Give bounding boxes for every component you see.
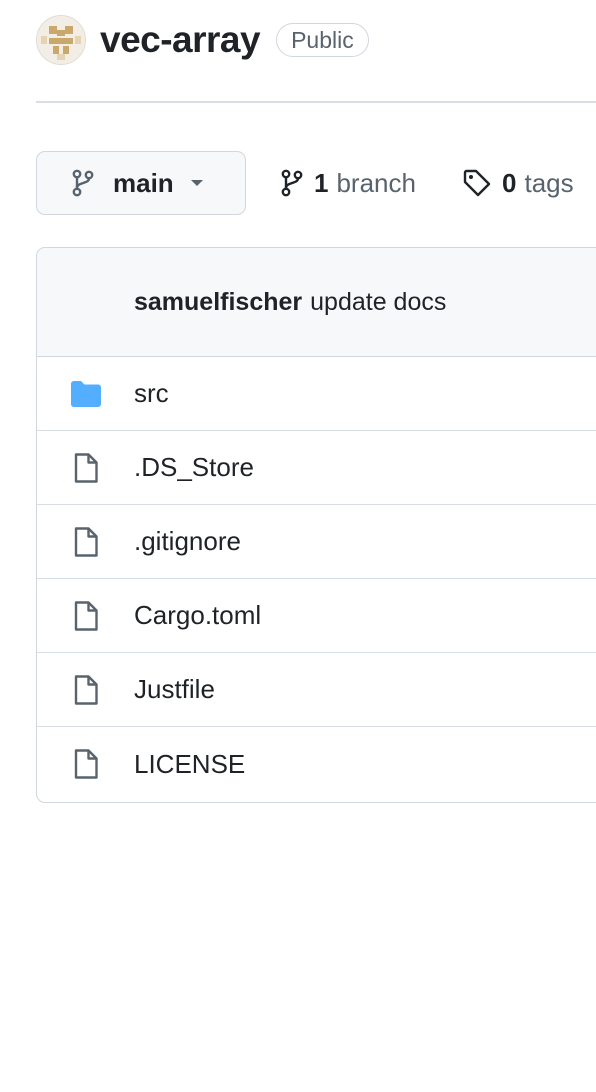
file-icon xyxy=(74,600,98,631)
branches-count: 1 xyxy=(314,167,329,198)
file-row[interactable]: .DS_Store xyxy=(37,431,596,505)
file-icon xyxy=(70,748,102,780)
file-row[interactable]: Cargo.toml xyxy=(37,579,596,653)
file-icon xyxy=(74,452,98,483)
file-list: src .DS_Store .gitignore Cargo.toml Justfile… xyxy=(37,357,596,801)
tags-label: tags xyxy=(524,167,574,198)
branches-label: branch xyxy=(336,167,416,198)
visibility-badge: Public xyxy=(276,23,369,57)
file-row[interactable]: Justfile xyxy=(37,653,596,727)
file-icon xyxy=(70,600,102,632)
file-icon xyxy=(74,749,98,779)
file-row[interactable]: .gitignore xyxy=(37,505,596,579)
file-link[interactable]: LICENSE xyxy=(134,749,245,780)
tag-icon xyxy=(463,169,491,197)
file-row[interactable]: LICENSE xyxy=(37,727,596,801)
git-branch-icon xyxy=(281,169,303,197)
file-icon xyxy=(74,674,98,705)
avatar[interactable] xyxy=(36,15,86,65)
tags-count: 0 xyxy=(502,167,517,198)
identicon-icon xyxy=(37,16,85,64)
branch-name: main xyxy=(113,167,174,198)
commit-message-link[interactable]: update docs xyxy=(310,288,446,317)
file-icon xyxy=(74,526,98,557)
git-branch-icon xyxy=(72,169,94,197)
file-icon xyxy=(70,674,102,706)
header-divider xyxy=(36,101,596,103)
latest-commit-bar: samuelfischer update docs xyxy=(37,248,596,357)
file-icon xyxy=(70,526,102,558)
branch-select-button[interactable]: main xyxy=(36,151,246,215)
commit-author-link[interactable]: samuelfischer xyxy=(134,288,302,317)
repo-header: vec-array Public xyxy=(36,14,369,66)
file-link[interactable]: Cargo.toml xyxy=(134,600,261,631)
repository-page: vec-array Public main 1 branch 0 tags sa… xyxy=(0,0,596,1092)
file-link[interactable]: .gitignore xyxy=(134,526,241,557)
branches-link[interactable]: 1 branch xyxy=(280,151,416,215)
folder-icon xyxy=(71,380,101,407)
file-link[interactable]: .DS_Store xyxy=(134,452,254,483)
file-list-box: samuelfischer update docs src .DS_Store .g… xyxy=(36,247,596,803)
repo-name[interactable]: vec-array xyxy=(100,19,261,61)
tags-link[interactable]: 0 tags xyxy=(462,151,574,215)
file-row[interactable]: src xyxy=(37,357,596,431)
directory-link[interactable]: src xyxy=(134,378,169,409)
file-link[interactable]: Justfile xyxy=(134,674,215,705)
folder-icon xyxy=(70,378,102,410)
caret-down-icon xyxy=(190,180,203,186)
file-icon xyxy=(70,452,102,484)
